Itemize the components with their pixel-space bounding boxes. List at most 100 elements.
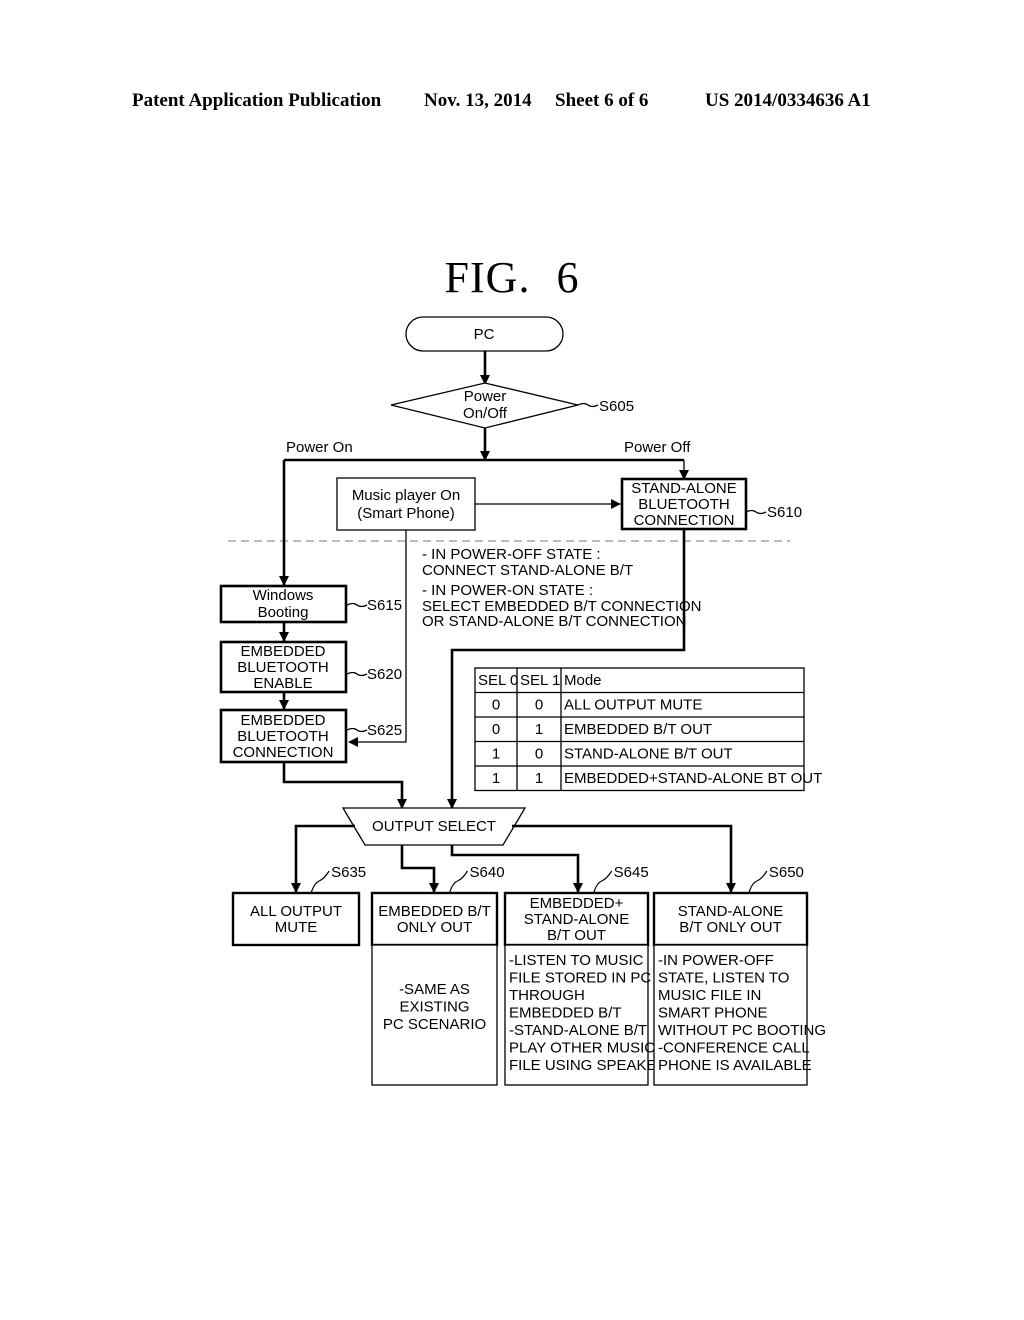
windows-booting-line-1: Windows [253,587,314,604]
output-title-line: MUTE [275,919,318,936]
mode-table-cell: EMBEDDED+STAND-ALONE BT OUT [564,770,822,787]
mode-table-cell: 0 [492,697,500,714]
output-select-block: OUTPUT SELECT [341,807,527,846]
step-label-s635: S635 [331,864,366,881]
embedded-conn-line-3: CONNECTION [233,744,334,761]
arrow-to-s635 [291,824,355,893]
leader-s645 [593,870,613,894]
step-label-s650: S650 [769,864,804,881]
output-desc-line: THROUGH [509,987,585,1004]
mode-table-cell: ALL OUTPUT MUTE [564,697,702,714]
output-desc-line: -IN POWER-OFF [658,952,774,969]
step-label-s610: S610 [767,504,802,521]
mode-table-header-cell: SEL 1 [520,672,560,689]
output-desc-line: WITHOUT PC BOOTING [658,1022,826,1039]
output-desc-line: -CONFERENCE CALL [658,1040,810,1057]
embedded-enable-line-2: BLUETOOTH [237,659,328,676]
standalone-line-2: BLUETOOTH [638,496,729,513]
step-label-s625: S625 [367,722,402,739]
output-desc-line: PC SCENARIO [383,1016,486,1033]
step-label-s615: S615 [367,597,402,614]
windows-booting-line-2: Booting [258,604,309,621]
standalone-line-1: STAND-ALONE [631,480,737,497]
embedded-enable-line-3: ENABLE [253,675,312,692]
output-title-line: B/T ONLY OUT [679,919,782,936]
output-title-line: B/T OUT [547,927,606,944]
leader-s635 [310,870,330,894]
leader-s620 [346,671,368,677]
start-label: PC [474,326,495,343]
mode-table-cell: 1 [492,770,500,787]
output-box-s645: EMBEDDED+STAND-ALONEB/T OUT -LISTEN TO MU… [503,864,668,1086]
mode-table-cell: 0 [535,697,543,714]
step-label-s640: S640 [470,864,505,881]
output-select-label: OUTPUT SELECT [372,818,496,835]
mode-table: SEL 0 SEL 1 Mode 0 0 ALL OUTPUT MUTE 0 1 EMBEDDE… [474,667,822,792]
leader-s640 [448,870,469,894]
decision-power-on-off: Power On/Off [390,382,579,429]
decision-line-2: On/Off [463,405,508,422]
leader-s605 [577,402,599,408]
mode-table-cell: 0 [535,746,543,763]
output-title-line: ONLY OUT [397,919,472,936]
output-boxes: ALL OUTPUTMUTES635EMBEDDED B/TONLY OUT-S… [231,864,826,1086]
output-title-line: STAND-ALONE [524,911,630,928]
decision-line-1: Power [464,388,507,405]
embedded-conn-line-2: BLUETOOTH [237,728,328,745]
mode-table-header-cell: Mode [564,672,602,689]
output-title-line: ALL OUTPUT [250,903,342,920]
output-desc-line: MUSIC FILE IN [658,987,761,1004]
embedded-conn-line-1: EMBEDDED [240,712,325,729]
flowchart: PC Power On/Off S605 Power On Power Off … [219,316,826,1086]
windows-booting-box: Windows Booting [219,584,348,624]
mode-table-cell: 1 [535,721,543,738]
output-desc-line: PHONE IS AVAILABLE [658,1057,812,1074]
branch-label-power-on: Power On [286,439,353,456]
output-title-line: STAND-ALONE [678,903,784,920]
mode-table-cell: EMBEDDED B/T OUT [564,721,712,738]
leader-s610 [745,509,767,515]
music-player-line-2: (Smart Phone) [357,505,455,522]
output-desc-line: SMART PHONE [658,1005,767,1022]
connection-note: - IN POWER-OFF STATE : CONNECT STAND-ALO… [422,546,702,630]
note-line-1: - IN POWER-OFF STATE : [422,546,601,563]
mode-table-cell: 0 [492,721,500,738]
output-title-line: EMBEDDED+ [530,895,624,912]
output-desc-line: FILE STORED IN PC [509,970,651,987]
arrow-to-s640 [400,845,439,893]
arrow-to-s650 [512,824,736,893]
output-box-s635: ALL OUTPUTMUTE S635 [231,864,366,947]
mode-table-cell: 1 [492,746,500,763]
music-player-line-1: Music player On [352,487,460,504]
branch-label-power-off: Power Off [624,439,691,456]
output-desc-line: STATE, LISTEN TO [658,970,789,987]
output-box-s640: EMBEDDED B/TONLY OUT -SAME ASEXISTINGPC S… [370,864,505,1086]
standalone-bluetooth-connection-box: STAND-ALONE BLUETOOTH CONNECTION [620,477,748,531]
mode-table-cell: STAND-ALONE B/T OUT [564,746,733,763]
leader-s625 [346,727,368,733]
embedded-bluetooth-enable-box: EMBEDDED BLUETOOTH ENABLE [219,640,348,694]
output-desc-line: EXISTING [399,999,469,1016]
mode-table-cell: 1 [535,770,543,787]
arrow-embedded-to-output-select [282,762,407,809]
leader-s650 [748,870,768,894]
start-terminal-pc: PC [405,316,564,352]
mode-table-header-cell: SEL 0 [478,672,518,689]
output-desc-line: -STAND-ALONE B/T [509,1022,647,1039]
output-desc-line: -LISTEN TO MUSIC [509,952,644,969]
step-label-s605: S605 [599,398,634,415]
step-label-s620: S620 [367,666,402,683]
note-line-5: OR STAND-ALONE B/T CONNECTION [422,613,686,630]
note-line-3: - IN POWER-ON STATE : [422,582,593,599]
standalone-line-3: CONNECTION [634,512,735,529]
output-desc-line: PLAY OTHER MUSIC [509,1040,655,1057]
leader-s615 [346,602,368,608]
output-desc-line: EMBEDDED B/T [509,1005,622,1022]
step-label-s645: S645 [614,864,649,881]
music-player-box: Music player On (Smart Phone) [336,477,476,531]
output-box-s650: STAND-ALONEB/T ONLY OUT -IN POWER-OFFSTAT… [652,864,826,1086]
output-title-line: EMBEDDED B/T [378,903,491,920]
output-desc-line: -SAME AS [399,981,470,998]
arrow-music-to-embedded-connection [348,530,407,747]
embedded-enable-line-1: EMBEDDED [240,643,325,660]
